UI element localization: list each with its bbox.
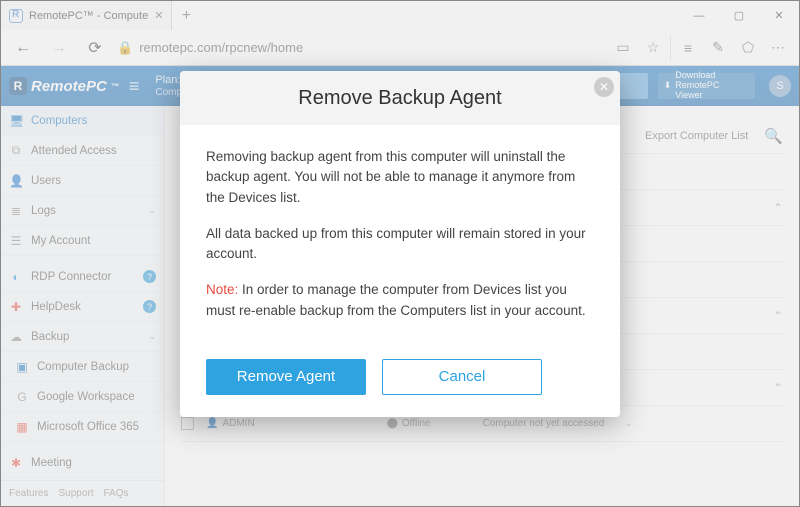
dialog-body: Removing backup agent from this computer… (180, 125, 620, 359)
dialog-text-1: Removing backup agent from this computer… (206, 147, 594, 208)
dialog-actions: Remove Agent Cancel (180, 359, 620, 417)
dialog-text-2: All data backed up from this computer wi… (206, 224, 594, 265)
remove-backup-agent-dialog: ✕ Remove Backup Agent Removing backup ag… (180, 71, 620, 417)
dialog-close-button[interactable]: ✕ (594, 77, 614, 97)
dialog-title: Remove Backup Agent (180, 71, 620, 125)
modal-overlay: ✕ Remove Backup Agent Removing backup ag… (1, 1, 799, 506)
dialog-note: Note: In order to manage the computer fr… (206, 280, 594, 321)
remove-agent-button[interactable]: Remove Agent (206, 359, 366, 395)
cancel-button[interactable]: Cancel (382, 359, 542, 395)
